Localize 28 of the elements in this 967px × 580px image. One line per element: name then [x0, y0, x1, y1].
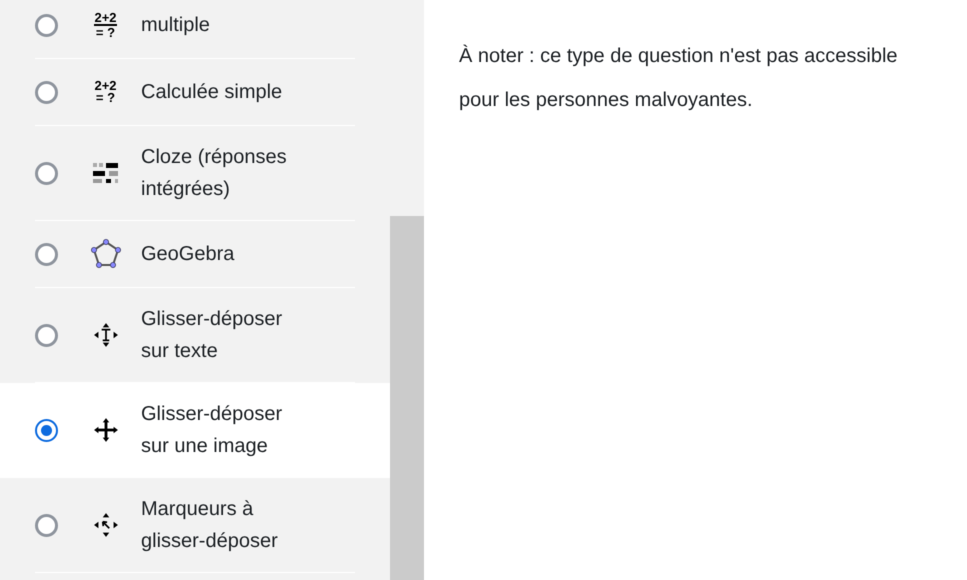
scrollbar-thumb[interactable]: [390, 216, 424, 580]
radio-button[interactable]: [35, 514, 58, 536]
question-type-option[interactable]: 2+2 = ? multiple: [0, 0, 390, 59]
radio-button[interactable]: [35, 242, 58, 266]
move-icon: [92, 417, 118, 443]
radio-button[interactable]: [35, 162, 58, 184]
radio-button[interactable]: [35, 14, 58, 36]
markers-icon: [92, 512, 118, 538]
formula-icon: 2+2 = ?: [94, 80, 117, 104]
question-type-option[interactable]: GeoGebra: [0, 221, 390, 288]
question-type-option[interactable]: Glisser-déposer sur une image: [0, 383, 390, 478]
move-text-icon: [92, 322, 118, 348]
radio-button[interactable]: [35, 80, 58, 104]
radio-button[interactable]: [35, 324, 58, 346]
question-type-option[interactable]: 2+2 = ? Calculée simple: [0, 59, 390, 126]
option-label: Calculée simple: [141, 80, 284, 105]
option-label: Cloze (réponses intégrées): [141, 145, 288, 202]
option-label: Glisser-déposer sur texte: [141, 307, 284, 364]
option-label: Marqueurs à glisser-déposer: [141, 497, 279, 554]
option-label: multiple: [141, 13, 211, 38]
polygon-icon: [90, 239, 120, 269]
radio-button[interactable]: [35, 418, 58, 442]
description-text: À noter : ce type de question n'est pas accessible pour les personnes malvoyantes.: [459, 44, 899, 113]
option-label: GeoGebra: [141, 242, 236, 267]
question-type-option[interactable]: Cloze (réponses intégrées): [0, 126, 390, 221]
option-label: Glisser-déposer sur une image: [141, 402, 284, 459]
cloze-icon: [92, 162, 118, 184]
question-type-option[interactable]: Marqueurs à glisser-déposer: [0, 478, 390, 573]
